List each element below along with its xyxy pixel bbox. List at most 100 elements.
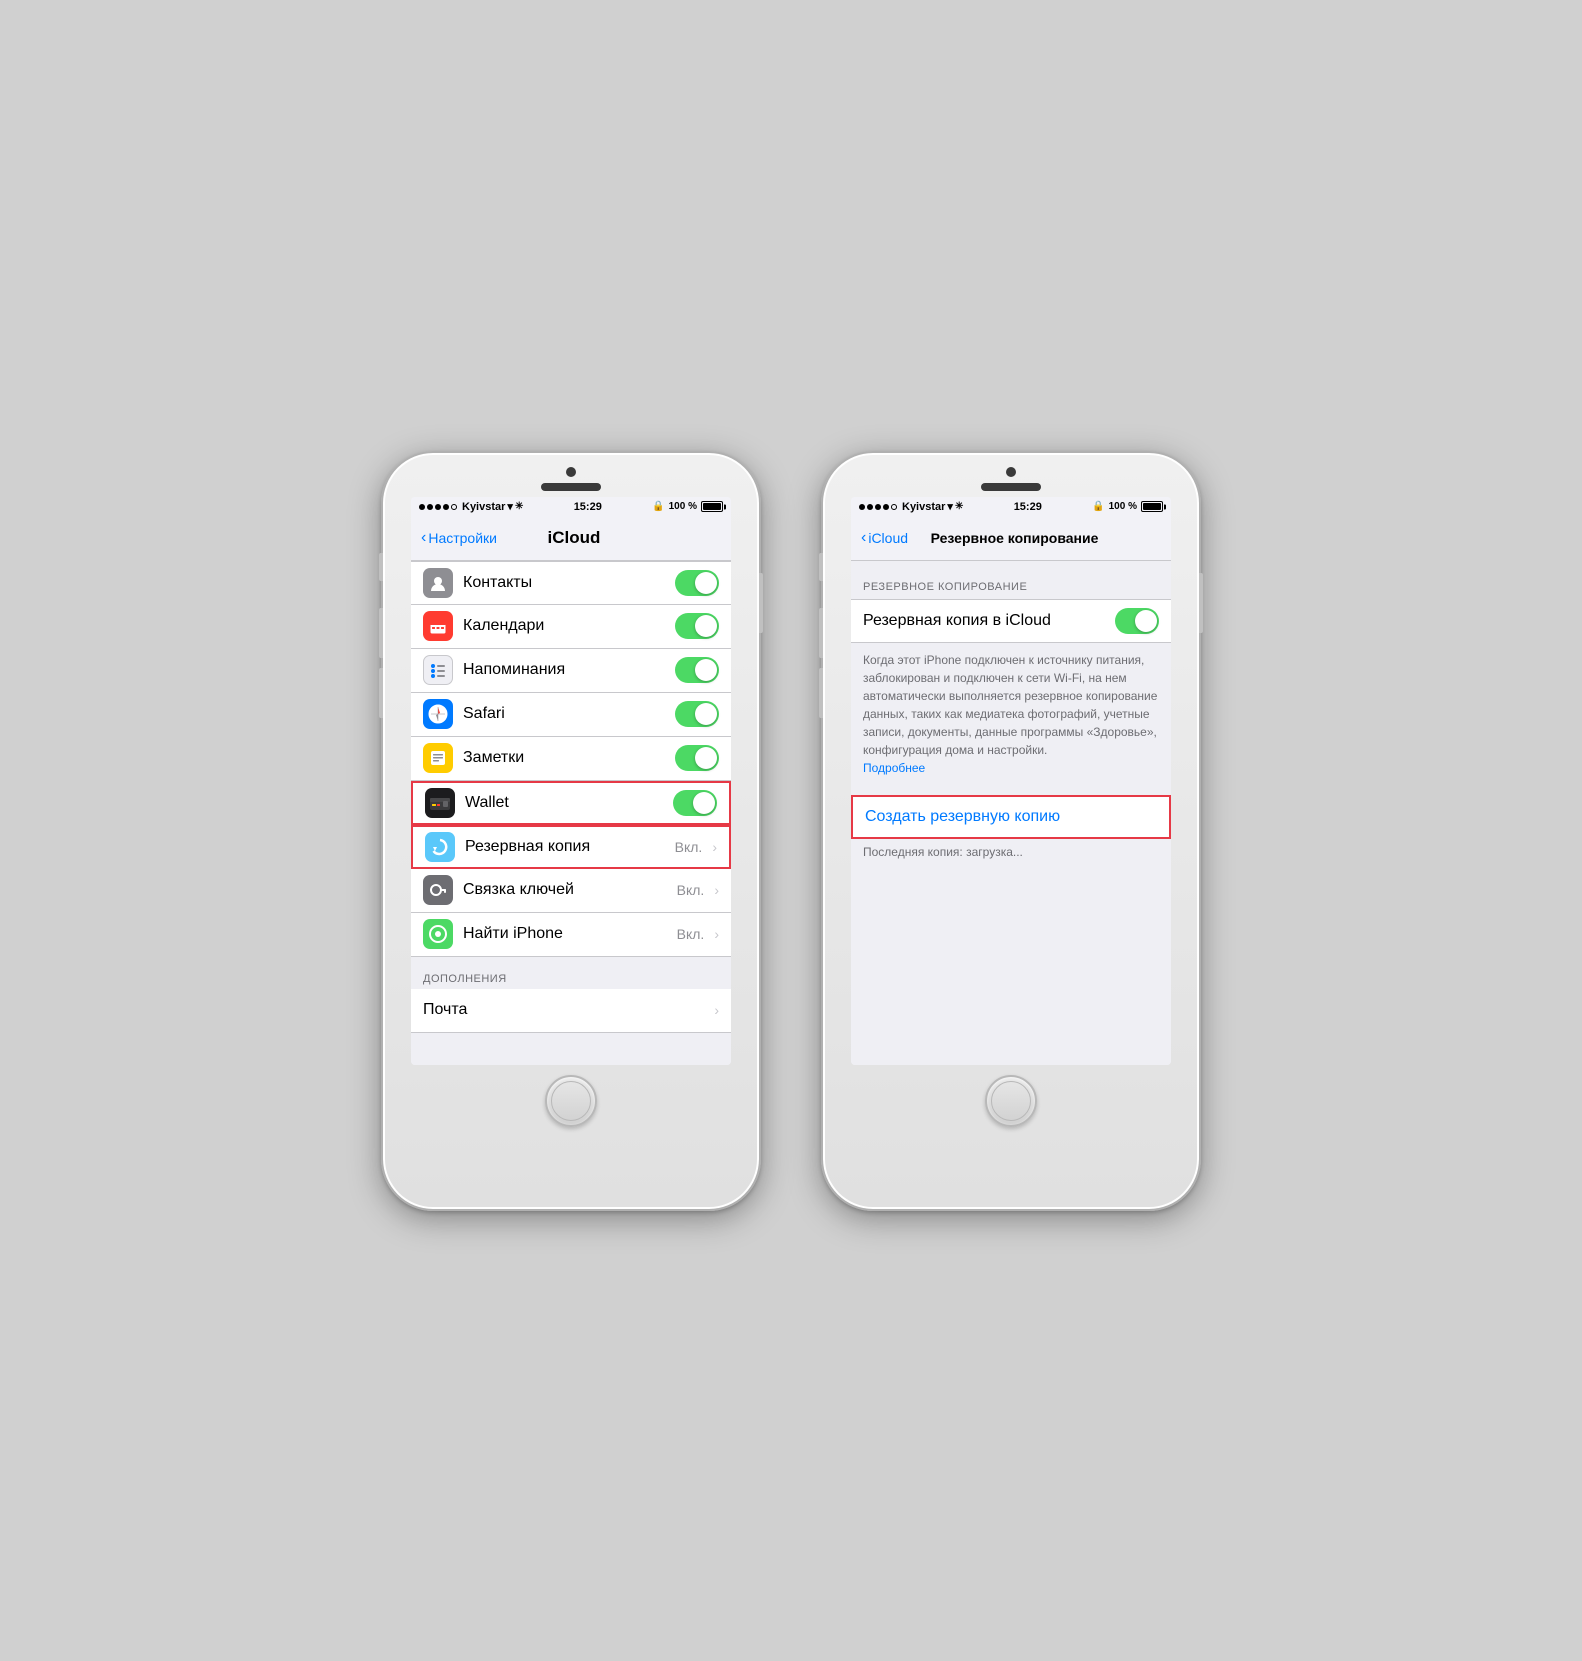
safari-row[interactable]: Safari [411, 693, 731, 737]
backup-icon [425, 832, 455, 862]
back-label[interactable]: Настройки [428, 530, 497, 546]
status-bar: Kyivstar ▾ ✳ 15:29 🔒 100 % [411, 497, 731, 517]
volume-up-button-2[interactable] [819, 608, 823, 658]
contacts-label: Контакты [463, 574, 665, 592]
reminders-toggle[interactable] [675, 657, 719, 683]
back-label-2[interactable]: iCloud [868, 530, 908, 546]
lock-icon-2: 🔒 [1092, 501, 1104, 512]
nav-bar-1: ‹ Настройки iCloud [411, 517, 731, 561]
backup-toggle-label: Резервная копия в iCloud [863, 612, 1115, 630]
volume-down-button-2[interactable] [819, 668, 823, 718]
home-button-inner-1 [551, 1081, 591, 1121]
reminders-row[interactable]: Напоминания [411, 649, 731, 693]
volume-up-button[interactable] [379, 608, 383, 658]
status-left-2: Kyivstar ▾ ✳ [859, 500, 963, 513]
dot4-2 [883, 504, 889, 510]
phone-1-bottom [545, 1065, 597, 1141]
signal-detail-icon: ✳ [515, 501, 523, 512]
backup-icloud-toggle[interactable] [1115, 608, 1159, 634]
volume-down-button[interactable] [379, 668, 383, 718]
contacts-row[interactable]: Контакты [411, 561, 731, 605]
backup-section-label: РЕЗЕРВНОЕ КОПИРОВАНИЕ [863, 581, 1027, 593]
wallet-row[interactable]: Wallet [411, 781, 731, 825]
status-time: 15:29 [574, 501, 602, 513]
nav-bar-2: ‹ iCloud Резервное копирование [851, 517, 1171, 561]
calendar-row[interactable]: Календари [411, 605, 731, 649]
signal-dots-2 [859, 504, 897, 510]
backup-value: Вкл. [675, 839, 703, 855]
wifi-icon: ▾ [507, 500, 513, 513]
contacts-toggle[interactable] [675, 570, 719, 596]
notes-row[interactable]: Заметки [411, 737, 731, 781]
power-button[interactable] [759, 573, 763, 633]
power-button-2[interactable] [1199, 573, 1203, 633]
backup-label: Резервная копия [465, 838, 665, 856]
phone-top [383, 453, 759, 491]
dot5 [451, 504, 457, 510]
back-button-2[interactable]: ‹ iCloud [861, 529, 908, 547]
battery-icon-2 [1141, 501, 1163, 512]
wallet-toggle[interactable] [673, 790, 717, 816]
front-camera-2 [1006, 467, 1016, 477]
more-link[interactable]: Подробнее [863, 761, 925, 775]
mail-chevron: › [714, 1002, 719, 1018]
create-backup-row[interactable]: Создать резервную копию [851, 795, 1171, 839]
extras-section-header: ДОПОЛНЕНИЯ [411, 957, 731, 989]
findphone-value: Вкл. [677, 926, 705, 942]
settings-content-1: Контакты [411, 561, 731, 1065]
phone-1-screen: Kyivstar ▾ ✳ 15:29 🔒 100 % ‹ Настройки [411, 497, 731, 1065]
battery-label: 100 % [669, 501, 697, 512]
wallet-icon [425, 788, 455, 818]
mail-label: Почта [423, 1001, 704, 1019]
dot3-2 [875, 504, 881, 510]
phone-2-screen: Kyivstar ▾ ✳ 15:29 🔒 100 % ‹ iCloud [851, 497, 1171, 1065]
backup-section-header: РЕЗЕРВНОЕ КОПИРОВАНИЕ [851, 561, 1171, 599]
findphone-row[interactable]: Найти iPhone Вкл. › [411, 913, 731, 957]
dot4 [443, 504, 449, 510]
backup-row[interactable]: Резервная копия Вкл. › [411, 825, 731, 869]
calendar-label: Календари [463, 617, 665, 635]
backup-last-copy: Последняя копия: загрузка... [851, 839, 1171, 865]
battery-label-2: 100 % [1109, 501, 1137, 512]
nav-title-1: iCloud [497, 528, 651, 548]
status-right-2: 🔒 100 % [1092, 501, 1163, 512]
safari-label: Safari [463, 705, 665, 723]
home-button-inner-2 [991, 1081, 1031, 1121]
keychain-row[interactable]: Связка ключей Вкл. › [411, 869, 731, 913]
lock-icon: 🔒 [652, 501, 664, 512]
backup-description-text: Когда этот iPhone подключен к источнику … [863, 653, 1157, 757]
keychain-value: Вкл. [677, 882, 705, 898]
speaker-2 [981, 483, 1041, 491]
create-backup-label[interactable]: Создать резервную копию [865, 808, 1060, 826]
nav-title-2: Резервное копирование [908, 530, 1121, 546]
battery-fill [703, 503, 721, 510]
mute-button[interactable] [379, 553, 383, 581]
status-left: Kyivstar ▾ ✳ [419, 500, 523, 513]
dot1 [419, 504, 425, 510]
dot2 [427, 504, 433, 510]
battery-icon [701, 501, 723, 512]
status-time-2: 15:29 [1014, 501, 1042, 513]
carrier-label-2: Kyivstar [902, 501, 945, 513]
safari-icon [423, 699, 453, 729]
phone-2-bottom [985, 1065, 1037, 1141]
keychain-icon [423, 875, 453, 905]
backup-toggle-row[interactable]: Резервная копия в iCloud [851, 599, 1171, 643]
dot3 [435, 504, 441, 510]
safari-toggle[interactable] [675, 701, 719, 727]
calendar-icon [423, 611, 453, 641]
dot2-2 [867, 504, 873, 510]
home-button-1[interactable] [545, 1075, 597, 1127]
carrier-label: Kyivstar [462, 501, 505, 513]
notes-toggle[interactable] [675, 745, 719, 771]
home-button-2[interactable] [985, 1075, 1037, 1127]
keychain-chevron: › [714, 882, 719, 898]
calendar-toggle[interactable] [675, 613, 719, 639]
back-button[interactable]: ‹ Настройки [421, 529, 497, 547]
mute-button-2[interactable] [819, 553, 823, 581]
phone-1: Kyivstar ▾ ✳ 15:29 🔒 100 % ‹ Настройки [381, 451, 761, 1211]
keychain-label: Связка ключей [463, 881, 667, 899]
wifi-icon-2: ▾ [947, 500, 953, 513]
notes-icon [423, 743, 453, 773]
mail-row[interactable]: Почта › [411, 989, 731, 1033]
